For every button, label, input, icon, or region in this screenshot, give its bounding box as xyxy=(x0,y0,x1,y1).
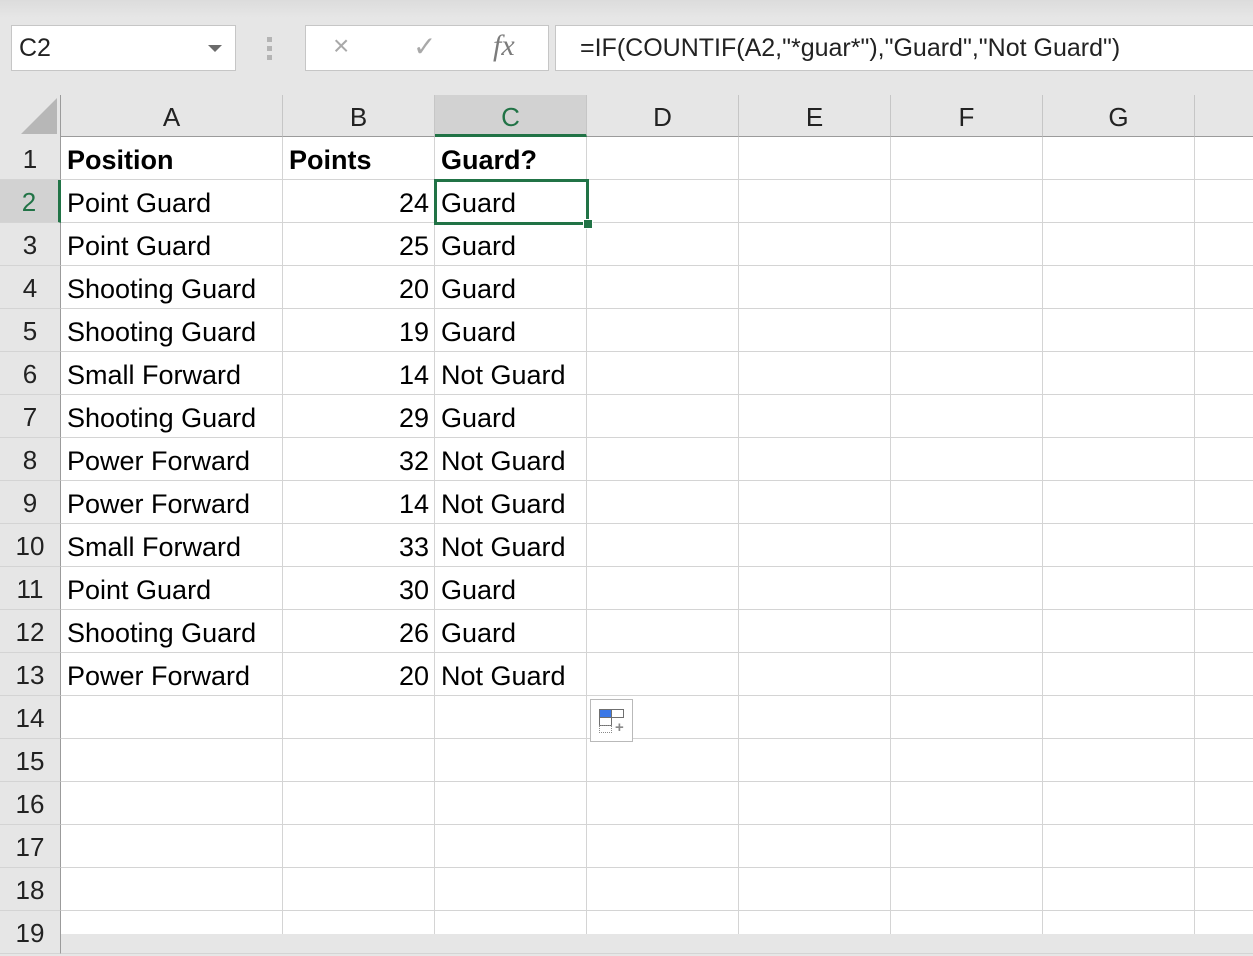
cell-b13[interactable]: 20 xyxy=(283,653,435,696)
select-all-button[interactable] xyxy=(0,95,61,137)
row-header-6[interactable]: 6 xyxy=(0,352,61,395)
column-header-d[interactable]: D xyxy=(587,95,739,137)
cell-a7[interactable]: Shooting Guard xyxy=(61,395,283,438)
cell-b12[interactable]: 26 xyxy=(283,610,435,653)
row-header-10[interactable]: 10 xyxy=(0,524,61,567)
cell-b9[interactable]: 14 xyxy=(283,481,435,524)
cell-c11[interactable]: Guard xyxy=(435,567,587,610)
cell-a1[interactable]: Position xyxy=(61,137,283,180)
cell-b5[interactable]: 19 xyxy=(283,309,435,352)
formula-input[interactable]: =IF(COUNTIF(A2,"*guar*"),"Guard","Not Gu… xyxy=(555,25,1253,71)
gridline-horizontal xyxy=(61,738,1253,739)
cell-c7[interactable]: Guard xyxy=(435,395,587,438)
row-header-13[interactable]: 13 xyxy=(0,653,61,696)
row-header-11[interactable]: 11 xyxy=(0,567,61,610)
gridline-vertical xyxy=(738,137,739,934)
active-cell-border xyxy=(434,179,589,225)
row-header-8[interactable]: 8 xyxy=(0,438,61,481)
cell-c13[interactable]: Not Guard xyxy=(435,653,587,696)
row-header-18[interactable]: 18 xyxy=(0,868,61,911)
cell-c12[interactable]: Guard xyxy=(435,610,587,653)
gridline-horizontal xyxy=(61,910,1253,911)
cell-a2[interactable]: Point Guard xyxy=(61,180,283,223)
row-header-17[interactable]: 17 xyxy=(0,825,61,868)
row-header-14[interactable]: 14 xyxy=(0,696,61,739)
fill-handle[interactable] xyxy=(583,219,593,229)
column-header-g[interactable]: G xyxy=(1043,95,1195,137)
select-all-icon xyxy=(21,98,57,134)
formula-text[interactable]: =IF(COUNTIF(A2,"*guar*"),"Guard","Not Gu… xyxy=(580,34,1120,63)
cell-c8[interactable]: Not Guard xyxy=(435,438,587,481)
cell-area[interactable]: Position Points Guard? Point Guard 24 Guard Po… xyxy=(61,137,1253,954)
cell-a5[interactable]: Shooting Guard xyxy=(61,309,283,352)
row-header-7[interactable]: 7 xyxy=(0,395,61,438)
row-header-3[interactable]: 3 xyxy=(0,223,61,266)
gridline-horizontal xyxy=(61,781,1253,782)
enter-check-icon[interactable]: ✓ xyxy=(413,30,436,63)
chevron-down-icon[interactable] xyxy=(208,45,222,52)
column-header-c[interactable]: C xyxy=(435,95,587,137)
plus-icon: + xyxy=(615,719,624,736)
row-header-5[interactable]: 5 xyxy=(0,309,61,352)
formula-bar-grip-icon[interactable] xyxy=(267,37,273,61)
cell-c10[interactable]: Not Guard xyxy=(435,524,587,567)
cell-c6[interactable]: Not Guard xyxy=(435,352,587,395)
gridline-horizontal xyxy=(61,824,1253,825)
cell-a3[interactable]: Point Guard xyxy=(61,223,283,266)
cell-a11[interactable]: Point Guard xyxy=(61,567,283,610)
cell-a6[interactable]: Small Forward xyxy=(61,352,283,395)
cell-b1[interactable]: Points xyxy=(283,137,435,180)
cell-c4[interactable]: Guard xyxy=(435,266,587,309)
row-header-19[interactable]: 19 xyxy=(0,911,61,954)
name-box-value[interactable]: C2 xyxy=(19,34,51,63)
cancel-icon[interactable]: × xyxy=(333,30,349,62)
cell-c3[interactable]: Guard xyxy=(435,223,587,266)
cell-a8[interactable]: Power Forward xyxy=(61,438,283,481)
cell-a9[interactable]: Power Forward xyxy=(61,481,283,524)
row-header-2[interactable]: 2 xyxy=(0,180,61,223)
cell-b10[interactable]: 33 xyxy=(283,524,435,567)
row-header-12[interactable]: 12 xyxy=(0,610,61,653)
cell-b8[interactable]: 32 xyxy=(283,438,435,481)
column-header-f[interactable]: F xyxy=(891,95,1043,137)
cell-b2[interactable]: 24 xyxy=(283,180,435,223)
cell-a4[interactable]: Shooting Guard xyxy=(61,266,283,309)
row-header-9[interactable]: 9 xyxy=(0,481,61,524)
gridline-vertical xyxy=(1042,137,1043,934)
quick-analysis-button[interactable]: + xyxy=(590,699,633,742)
cell-c5[interactable]: Guard xyxy=(435,309,587,352)
column-header-a[interactable]: A xyxy=(61,95,283,137)
gridline-vertical xyxy=(890,137,891,934)
cell-a10[interactable]: Small Forward xyxy=(61,524,283,567)
row-header-16[interactable]: 16 xyxy=(0,782,61,825)
cell-c9[interactable]: Not Guard xyxy=(435,481,587,524)
row-header-1[interactable]: 1 xyxy=(0,137,61,180)
cell-b11[interactable]: 30 xyxy=(283,567,435,610)
gridline-horizontal xyxy=(61,867,1253,868)
formula-buttons: × ✓ fx xyxy=(305,25,549,71)
column-header-b[interactable]: B xyxy=(283,95,435,137)
cell-c1[interactable]: Guard? xyxy=(435,137,587,180)
row-header-15[interactable]: 15 xyxy=(0,739,61,782)
quick-analysis-icon-part xyxy=(611,709,624,718)
gridline-vertical xyxy=(1194,137,1195,934)
quick-analysis-icon-part xyxy=(599,725,612,733)
worksheet-grid: ABCDEFG 1 2 3 4 5 6 7 8 9 10 11 12 13 14 15 16 17 18 19 Po… xyxy=(0,95,1253,954)
cell-b7[interactable]: 29 xyxy=(283,395,435,438)
name-box[interactable]: C2 xyxy=(11,25,236,71)
insert-function-icon[interactable]: fx xyxy=(493,29,515,63)
column-header-e[interactable]: E xyxy=(739,95,891,137)
cell-a12[interactable]: Shooting Guard xyxy=(61,610,283,653)
cell-a13[interactable]: Power Forward xyxy=(61,653,283,696)
cell-b4[interactable]: 20 xyxy=(283,266,435,309)
row-header-4[interactable]: 4 xyxy=(0,266,61,309)
cell-b3[interactable]: 25 xyxy=(283,223,435,266)
cell-b6[interactable]: 14 xyxy=(283,352,435,395)
gridline-horizontal xyxy=(61,953,1253,954)
column-header-h[interactable] xyxy=(1195,95,1253,137)
